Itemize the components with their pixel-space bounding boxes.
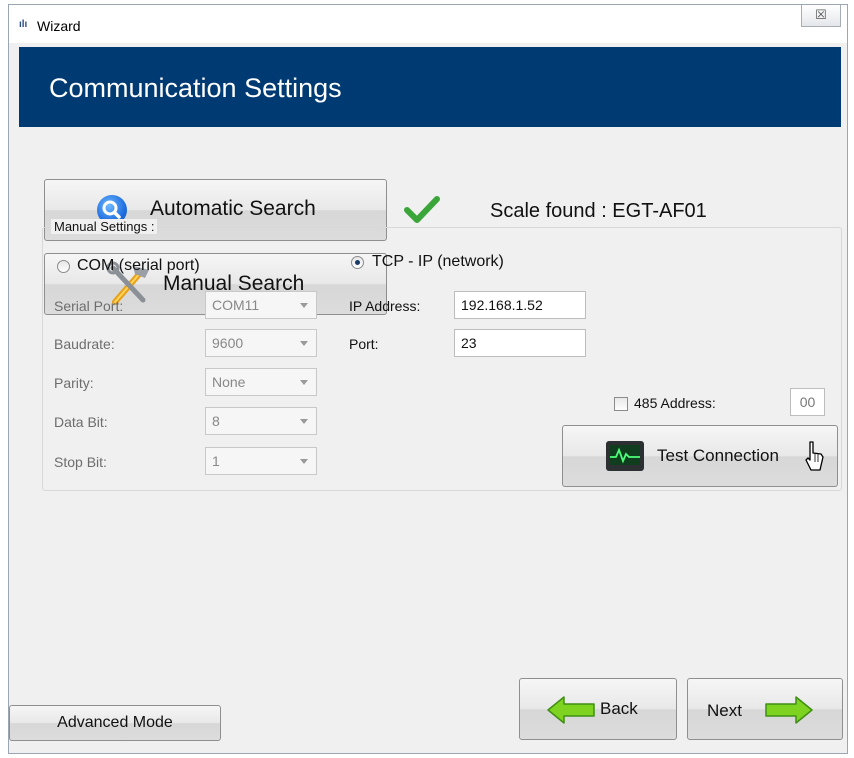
parity-value: None xyxy=(212,374,246,390)
parity-select[interactable]: None xyxy=(205,368,317,396)
tcp-radio[interactable] xyxy=(351,256,364,269)
stop-bit-value: 1 xyxy=(212,453,220,469)
data-bit-select[interactable]: 8 xyxy=(205,407,317,435)
test-connection-button[interactable]: Test Connection xyxy=(562,425,838,487)
back-label: Back xyxy=(600,699,638,718)
arrow-left-icon xyxy=(546,695,596,730)
baudrate-label: Baudrate: xyxy=(54,336,115,352)
wizard-window: ılı Wizard ☒ Communication Settings Auto… xyxy=(8,4,848,754)
baudrate-value: 9600 xyxy=(212,335,244,351)
data-bit-label: Data Bit: xyxy=(54,414,108,430)
window-title: Wizard xyxy=(37,18,81,34)
manual-settings-group: Manual Settings : COM (serial port) TCP … xyxy=(42,219,842,491)
baudrate-select[interactable]: 9600 xyxy=(205,329,317,357)
page-title: Communication Settings xyxy=(49,73,342,103)
chevron-down-icon xyxy=(300,380,308,385)
automatic-search-label: Automatic Search xyxy=(150,197,316,220)
cursor-icon xyxy=(803,440,825,479)
serial-port-select[interactable]: COM11 xyxy=(205,291,317,319)
arrow-right-icon xyxy=(764,695,814,730)
serial-port-label: Serial Port: xyxy=(54,298,124,314)
parity-label: Parity: xyxy=(54,375,94,391)
chevron-down-icon xyxy=(300,341,308,346)
next-button[interactable]: Next xyxy=(687,678,843,740)
advanced-mode-button[interactable]: Advanced Mode xyxy=(9,705,221,741)
test-connection-label: Test Connection xyxy=(657,446,779,465)
ip-address-label: IP Address: xyxy=(349,298,421,314)
chevron-down-icon xyxy=(300,303,308,308)
app-icon: ılı xyxy=(19,19,28,30)
data-bit-value: 8 xyxy=(212,413,220,429)
rs485-checkbox[interactable] xyxy=(614,397,628,411)
close-button[interactable]: ☒ xyxy=(801,5,841,27)
chevron-down-icon xyxy=(300,459,308,464)
back-button[interactable]: Back xyxy=(519,678,677,740)
next-label: Next xyxy=(707,701,742,720)
tcp-radio-label: TCP - IP (network) xyxy=(372,253,504,270)
header-banner: Communication Settings xyxy=(19,47,841,127)
port-field[interactable]: 23 xyxy=(454,329,586,357)
scale-found-text: Scale found : EGT-AF01 xyxy=(490,200,707,222)
chevron-down-icon xyxy=(300,419,308,424)
ip-address-field[interactable]: 192.168.1.52 xyxy=(454,291,586,319)
stop-bit-select[interactable]: 1 xyxy=(205,447,317,475)
title-bar: ılı Wizard ☒ xyxy=(9,5,847,43)
stop-bit-label: Stop Bit: xyxy=(54,454,107,470)
manual-settings-title: Manual Settings : xyxy=(51,219,158,234)
serial-port-value: COM11 xyxy=(212,297,260,313)
com-radio-label: COM (serial port) xyxy=(77,257,200,274)
rs485-address-field[interactable]: 00 xyxy=(790,388,825,416)
port-label: Port: xyxy=(349,336,379,352)
com-radio[interactable] xyxy=(57,260,70,273)
rs485-label: 485 Address: xyxy=(634,395,716,411)
monitor-icon xyxy=(606,441,644,471)
close-icon: ☒ xyxy=(815,7,827,22)
